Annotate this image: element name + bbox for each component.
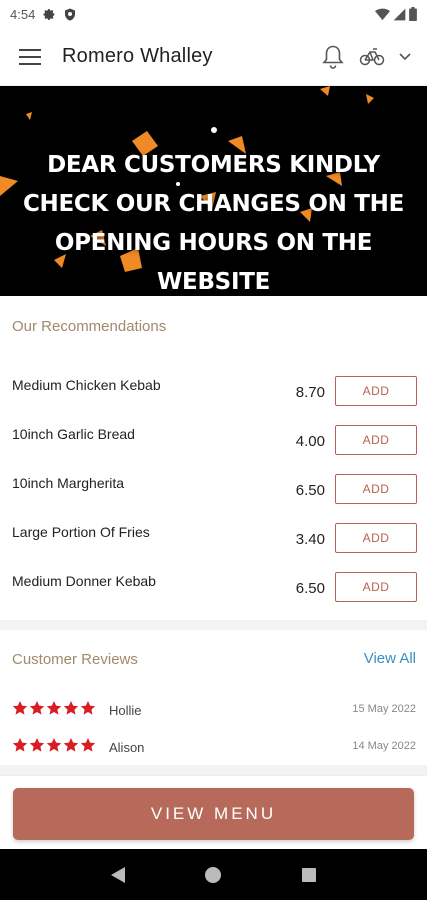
item-name: 10inch Margherita: [12, 475, 125, 491]
add-button[interactable]: ADD: [335, 376, 417, 406]
bell-icon[interactable]: [321, 44, 345, 70]
item-name: Large Portion Of Fries: [12, 524, 150, 540]
star-icon: [63, 701, 79, 715]
section-divider: [0, 620, 427, 630]
add-button[interactable]: ADD: [335, 474, 417, 504]
banner-message: DEAR CUSTOMERS KINDLY CHECK OUR CHANGES …: [0, 146, 427, 296]
banner-line-4: WEBSITE: [156, 269, 271, 295]
review-date: 14 May 2022: [352, 740, 416, 752]
system-nav-bar: [0, 849, 427, 900]
item-price: 3.40: [295, 531, 325, 548]
app-title: Romero Whalley: [62, 45, 213, 67]
home-icon[interactable]: [193, 855, 233, 895]
star-icon: [29, 738, 45, 752]
app-bar: Romero Whalley: [0, 28, 427, 86]
star-icon: [29, 701, 45, 715]
banner-line-2: CHECK OUR CHANGES ON THE: [22, 191, 405, 217]
item-price: 6.50: [295, 482, 325, 499]
star-icon: [63, 738, 79, 752]
shield-icon: [64, 8, 76, 21]
recommendation-item: Medium Donner Kebab 6.50 ADD: [0, 568, 427, 617]
item-name: Medium Donner Kebab: [12, 573, 156, 589]
view-all-link[interactable]: View All: [364, 650, 416, 667]
wifi-icon: [375, 8, 390, 21]
add-button[interactable]: ADD: [335, 572, 417, 602]
recommendations-title: Our Recommendations: [12, 318, 167, 335]
signal-icon: [393, 8, 406, 21]
star-icon: [80, 738, 96, 752]
item-name: 10inch Garlic Bread: [12, 426, 135, 442]
recommendation-item: 10inch Margherita 6.50 ADD: [0, 470, 427, 519]
item-name: Medium Chicken Kebab: [12, 377, 161, 393]
star-rating: [12, 700, 96, 716]
item-price: 4.00: [295, 433, 325, 450]
banner-line-3: OPENING HOURS ON THE: [54, 230, 373, 256]
recents-icon[interactable]: [289, 855, 329, 895]
star-icon: [46, 701, 62, 715]
section-divider: [0, 765, 427, 775]
view-menu-button[interactable]: VIEW MENU: [13, 788, 414, 840]
review-date: 15 May 2022: [352, 703, 416, 715]
review-item: Alison 14 May 2022: [0, 737, 427, 767]
star-icon: [80, 701, 96, 715]
reviewer-name: Alison: [109, 740, 145, 755]
add-button[interactable]: ADD: [335, 523, 417, 553]
recommendations-section: Our Recommendations Medium Chicken Kebab…: [0, 296, 427, 620]
recommendation-item: Medium Chicken Kebab 8.70 ADD: [0, 372, 427, 421]
promo-banner[interactable]: DEAR CUSTOMERS KINDLY CHECK OUR CHANGES …: [0, 86, 427, 296]
star-icon: [46, 738, 62, 752]
star-icon: [12, 701, 28, 715]
star-icon: [12, 738, 28, 752]
status-bar: 4:54: [0, 0, 427, 28]
item-price: 6.50: [295, 580, 325, 597]
reviewer-name: Hollie: [109, 703, 142, 718]
item-price: 8.70: [295, 384, 325, 401]
review-item: Hollie 15 May 2022: [0, 700, 427, 730]
add-button[interactable]: ADD: [335, 425, 417, 455]
status-time: 4:54: [10, 6, 36, 22]
gear-icon: [43, 8, 56, 21]
reviews-title: Customer Reviews: [12, 651, 138, 668]
chevron-down-icon[interactable]: [399, 52, 411, 61]
back-icon[interactable]: [98, 855, 138, 895]
banner-line-1: DEAR CUSTOMERS KINDLY: [47, 152, 380, 178]
bottom-action-area: VIEW MENU: [0, 775, 427, 849]
reviews-section: Customer Reviews View All Hollie 15 May …: [0, 630, 427, 765]
hamburger-menu-icon[interactable]: [18, 45, 42, 69]
bicycle-icon[interactable]: [359, 47, 385, 67]
recommendation-item: Large Portion Of Fries 3.40 ADD: [0, 519, 427, 568]
star-rating: [12, 737, 96, 753]
battery-icon: [409, 7, 417, 21]
recommendation-item: 10inch Garlic Bread 4.00 ADD: [0, 421, 427, 470]
